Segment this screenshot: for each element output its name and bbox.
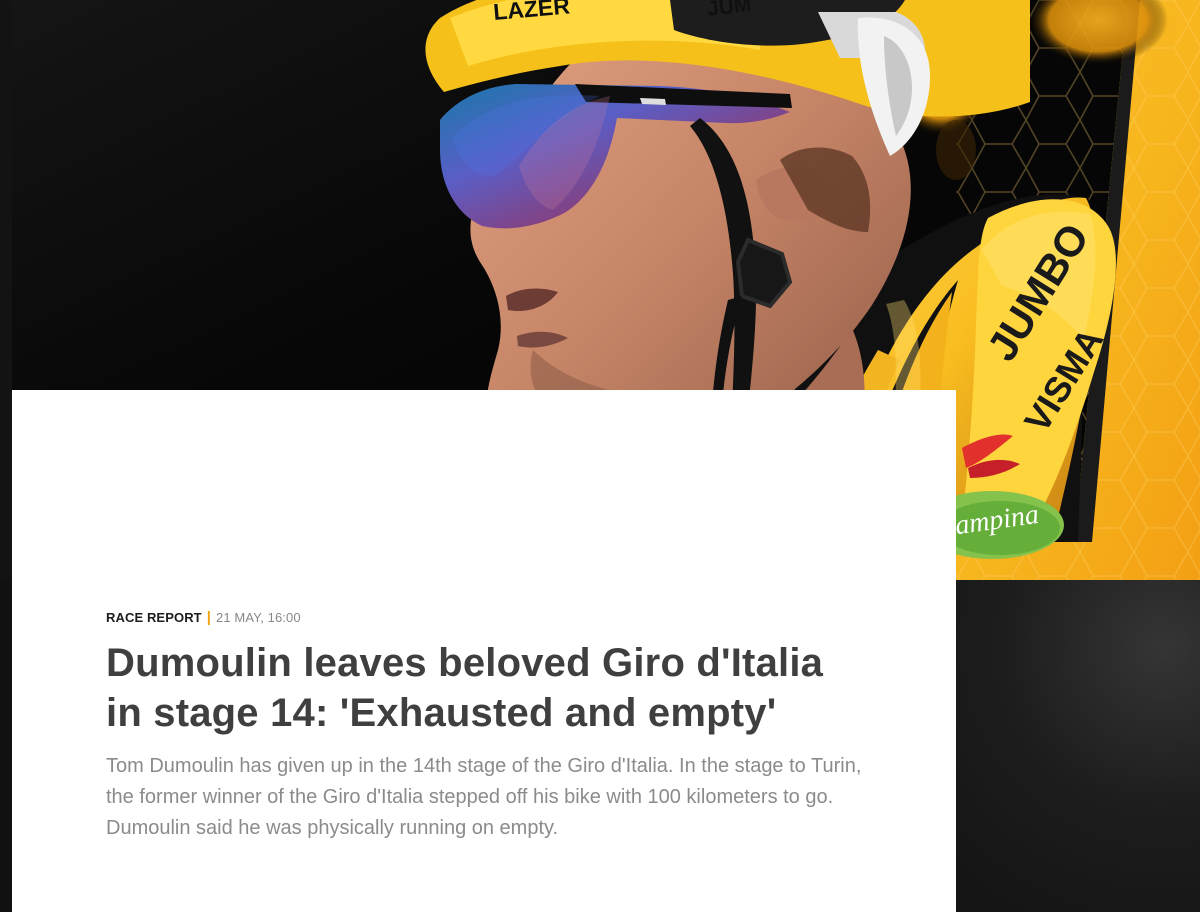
article-date: 21 MAY, 16:00 bbox=[216, 610, 301, 625]
article-category-link[interactable]: RACE REPORT bbox=[106, 610, 202, 626]
news-article-page: LAZER JUM JUMBO VISMA Campina VISMA bbox=[0, 0, 1200, 912]
right-dark-panel bbox=[956, 580, 1200, 912]
article-headline[interactable]: Dumoulin leaves beloved Giro d'Italia in… bbox=[106, 638, 866, 738]
article-meta: RACE REPORT | 21 MAY, 16:00 bbox=[106, 610, 886, 626]
article-summary[interactable]: Tom Dumoulin has given up in the 14th st… bbox=[106, 751, 866, 844]
meta-separator: | bbox=[206, 609, 212, 626]
article-summary-block: RACE REPORT | 21 MAY, 16:00 Dumoulin lea… bbox=[106, 610, 886, 844]
